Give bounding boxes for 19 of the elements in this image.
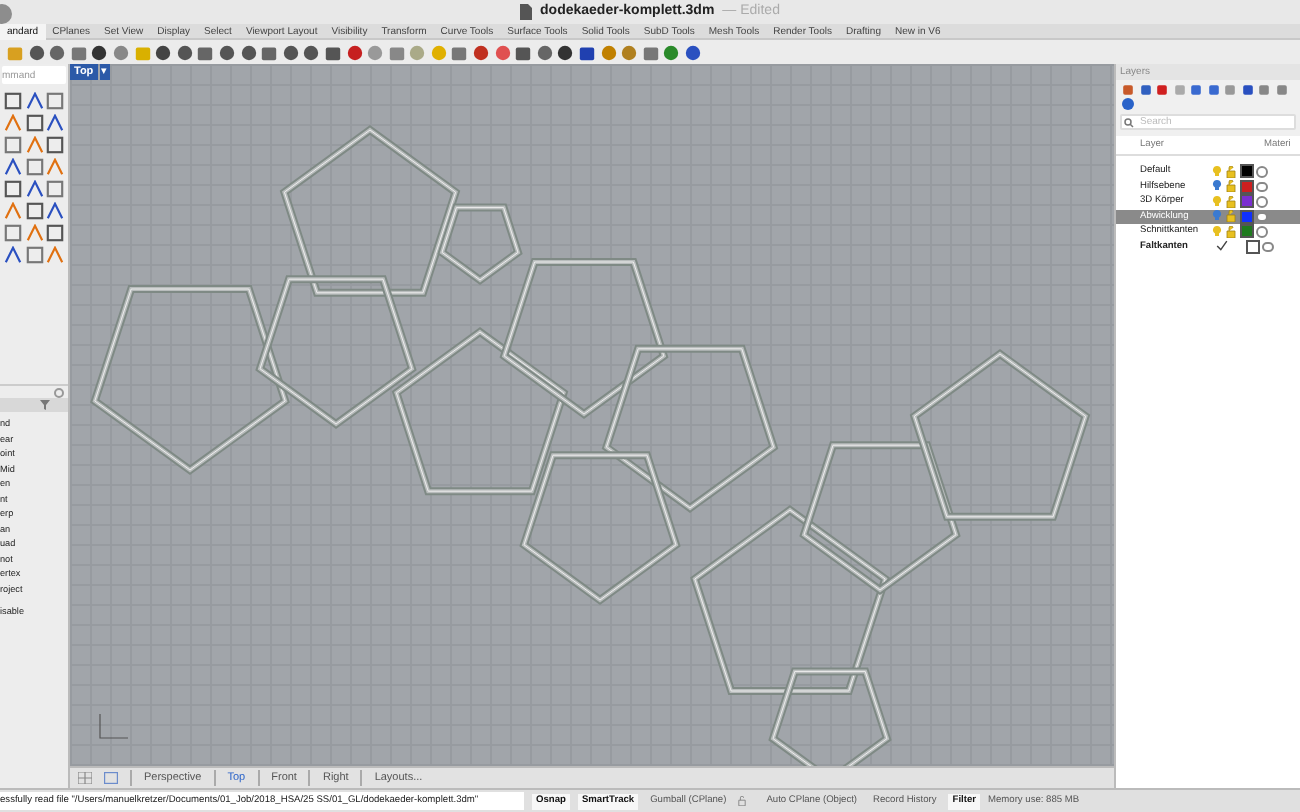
padlock-icon[interactable]	[1226, 165, 1236, 178]
grid-layout-icon[interactable]	[78, 772, 92, 784]
layer-color-swatch[interactable]	[1240, 224, 1254, 239]
gear-icon[interactable]	[54, 387, 64, 397]
axis-icon	[99, 713, 129, 739]
layer-color-swatch[interactable]	[1240, 179, 1254, 194]
layer-color-swatch[interactable]	[1246, 239, 1260, 254]
padlock-icon[interactable]	[1226, 210, 1236, 223]
document-icon	[520, 4, 533, 20]
help-icon[interactable]	[1122, 98, 1134, 110]
padlock-icon[interactable]	[1226, 195, 1236, 208]
padlock-icon	[738, 796, 747, 806]
layer-color-swatch[interactable]	[1240, 209, 1254, 224]
layer-color-swatch[interactable]	[1240, 164, 1254, 179]
padlock-icon[interactable]	[1226, 180, 1236, 193]
filter-icon[interactable]	[40, 400, 50, 410]
layer-color-swatch[interactable]	[1240, 194, 1254, 209]
single-layout-icon[interactable]	[104, 772, 118, 784]
padlock-icon[interactable]	[1226, 225, 1236, 238]
